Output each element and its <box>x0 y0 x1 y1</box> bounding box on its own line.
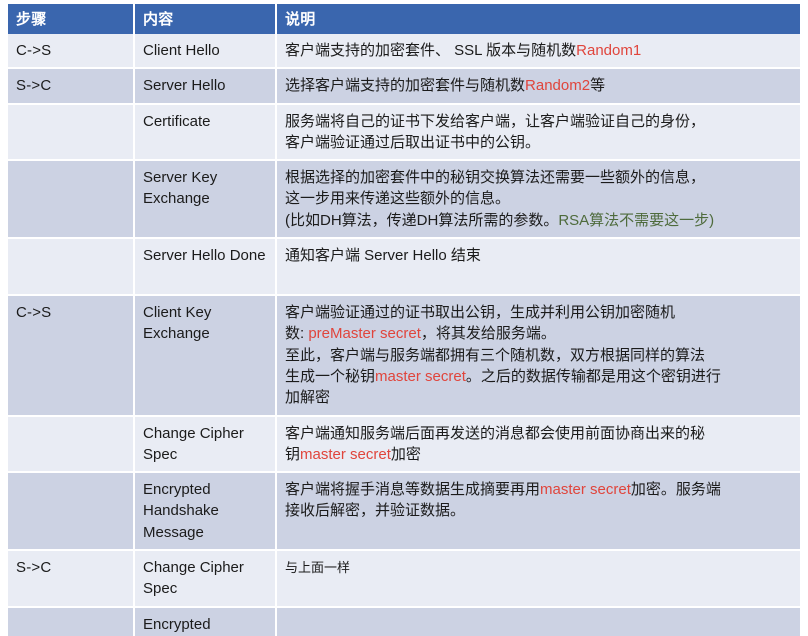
description-line: 客户端验证通过后取出证书中的公钥。 <box>285 132 792 153</box>
description-line: 通知客户端 Server Hello 结束 <box>285 245 792 266</box>
plain-text: 。之后的数据传输都是用这个密钥进行 <box>465 367 721 385</box>
cell-step <box>8 239 135 297</box>
description-line: 至此，客户端与服务端都拥有三个随机数，双方根据同样的算法 <box>285 345 792 366</box>
cell-description: 服务端将自己的证书下发给客户端，让客户端验证自己的身份， 客户端验证通过后取出证书… <box>277 104 800 162</box>
plain-text: 客户端验证通过的证书取出公钥，生成并利用公钥加密随机 <box>285 304 676 322</box>
table-header: 步骤 内容 说明 <box>8 4 800 34</box>
highlight-red-text: Random1 <box>576 42 642 59</box>
plain-text: 根据选择的加密套件中的秘钥交换算法还需要一些额外的信息， <box>285 169 706 187</box>
cell-description <box>277 607 800 636</box>
description-line: 服务端将自己的证书下发给客户端，让客户端验证自己的身份， <box>285 111 792 132</box>
column-header-description: 说明 <box>277 4 800 34</box>
plain-text: (比如DH算法，传递DH算法所需的参数。 <box>285 211 559 229</box>
table-row: Server Key Exchange 根据选择的加密套件中的秘钥交换算法还需要一… <box>8 161 800 240</box>
cell-description: 与上面一样 <box>277 551 800 608</box>
cell-content: Encrypted Handshake Message <box>135 607 277 636</box>
description-line: 这一步用来传递这些额外的信息。 <box>285 188 792 209</box>
plain-text: 这一步用来传递这些额外的信息。 <box>285 190 511 208</box>
plain-text: 客户端支持的加密套件、 SSL 版本与随机数 <box>285 42 577 59</box>
table-row: Certificate 服务端将自己的证书下发给客户端，让客户端验证自己的身份， 客… <box>8 104 800 162</box>
highlight-red-text: Random2 <box>525 77 591 95</box>
table-row: Server Hello Done 通知客户端 Server Hello 结束 <box>8 239 800 297</box>
table-row: Encrypted Handshake Message 客户端将握手消息等数据生成… <box>8 473 800 552</box>
description-line: 客户端支持的加密套件、 SSL 版本与随机数Random1 <box>285 40 792 61</box>
table-body: C->S Client Hello 客户端支持的加密套件、 SSL 版本与随机数Ra… <box>8 34 800 636</box>
cell-content: Change Cipher Spec <box>135 416 277 474</box>
description-line: 客户端验证通过的证书取出公钥，生成并利用公钥加密随机 <box>285 302 792 323</box>
cell-content: Encrypted Handshake Message <box>135 473 277 552</box>
highlight-red-text: master secret <box>375 367 466 385</box>
table-row: C->S Client Hello 客户端支持的加密套件、 SSL 版本与随机数Ra… <box>8 34 800 70</box>
cell-description: 根据选择的加密套件中的秘钥交换算法还需要一些额外的信息， 这一步用来传递这些额外的… <box>277 161 800 240</box>
description-line: 与上面一样 <box>285 557 792 578</box>
plain-text: 等 <box>590 77 606 95</box>
cell-content: Client Key Exchange <box>135 296 277 417</box>
description-line: 生成一个秘钥master secret。之后的数据传输都是用这个密钥进行 <box>285 366 792 387</box>
cell-content: Client Hello <box>135 34 277 70</box>
description-line: 加解密 <box>285 387 792 408</box>
cell-step <box>8 104 135 162</box>
plain-text: 生成一个秘钥 <box>285 367 376 385</box>
plain-text: 至此，客户端与服务端都拥有三个随机数，双方根据同样的算法 <box>285 346 706 364</box>
plain-text: 加密 <box>390 445 421 463</box>
cell-step <box>8 473 135 552</box>
highlight-red-text: master secret <box>300 445 391 463</box>
cell-step: C->S <box>8 34 135 70</box>
description-line: 数: preMaster secret，将其发给服务端。 <box>285 323 792 344</box>
cell-description: 客户端支持的加密套件、 SSL 版本与随机数Random1 <box>277 34 800 70</box>
cell-step <box>8 607 135 636</box>
plain-text: 钥 <box>285 445 301 463</box>
column-header-content: 内容 <box>135 4 277 34</box>
plain-text: 接收后解密，并验证数据。 <box>285 502 466 520</box>
plain-text: 通知客户端 Server Hello 结束 <box>285 247 481 265</box>
table-row: C->S Client Key Exchange 客户端验证通过的证书取出公钥，生成… <box>8 296 800 417</box>
cell-content: Server Key Exchange <box>135 161 277 240</box>
ssl-handshake-table: 步骤 内容 说明 C->S Client Hello 客户端支持的加密套件、 SSL… <box>8 4 800 636</box>
table-row: Encrypted Handshake Message <box>8 607 800 636</box>
plain-text: 客户端通知服务端后面再发送的消息都会使用前面协商出来的秘 <box>285 424 706 442</box>
cell-content: Certificate <box>135 104 277 162</box>
description-line: 选择客户端支持的加密套件与随机数Random2等 <box>285 75 792 96</box>
table-row: S->C Server Hello 选择客户端支持的加密套件与随机数Random2等 <box>8 69 800 105</box>
plain-text: 客户端验证通过后取出证书中的公钥。 <box>285 133 541 151</box>
plain-text: 服务端将自己的证书下发给客户端，让客户端验证自己的身份， <box>285 112 706 130</box>
description-line: (比如DH算法，传递DH算法所需的参数。RSA算法不需要这一步) <box>285 210 792 231</box>
highlight-green-text: RSA算法不需要这一步) <box>558 211 715 229</box>
page-root: 步骤 内容 说明 C->S Client Hello 客户端支持的加密套件、 SSL… <box>0 0 808 636</box>
table-row: S->C Change Cipher Spec 与上面一样 <box>8 551 800 608</box>
plain-text: 加解密 <box>285 389 331 407</box>
cell-step: S->C <box>8 551 135 608</box>
handshake-table-container: 步骤 内容 说明 C->S Client Hello 客户端支持的加密套件、 SSL… <box>8 4 800 636</box>
cell-description: 选择客户端支持的加密套件与随机数Random2等 <box>277 69 800 105</box>
cell-step <box>8 161 135 240</box>
plain-text: 数: <box>285 325 309 343</box>
column-header-step: 步骤 <box>8 4 135 34</box>
small-note-text: 与上面一样 <box>285 560 351 576</box>
highlight-red-text: preMaster secret <box>308 325 421 343</box>
description-line: 接收后解密，并验证数据。 <box>285 500 792 521</box>
cell-step: C->S <box>8 296 135 417</box>
cell-description: 客户端将握手消息等数据生成摘要再用master secret加密。服务端 接收后解… <box>277 473 800 552</box>
highlight-red-text: master secret <box>540 481 631 499</box>
cell-step: S->C <box>8 69 135 105</box>
plain-text: 加密。服务端 <box>630 481 721 499</box>
cell-content: Change Cipher Spec <box>135 551 277 608</box>
description-line: 钥master secret加密 <box>285 444 792 465</box>
cell-description: 客户端验证通过的证书取出公钥，生成并利用公钥加密随机 数: preMaster s… <box>277 296 800 417</box>
description-line: 客户端通知服务端后面再发送的消息都会使用前面协商出来的秘 <box>285 423 792 444</box>
plain-text: 客户端将握手消息等数据生成摘要再用 <box>285 481 541 499</box>
table-row: Change Cipher Spec 客户端通知服务端后面再发送的消息都会使用前面… <box>8 416 800 474</box>
description-line: 根据选择的加密套件中的秘钥交换算法还需要一些额外的信息， <box>285 167 792 188</box>
cell-description: 客户端通知服务端后面再发送的消息都会使用前面协商出来的秘 钥master secr… <box>277 416 800 474</box>
description-line: 客户端将握手消息等数据生成摘要再用master secret加密。服务端 <box>285 479 792 500</box>
cell-content: Server Hello Done <box>135 239 277 297</box>
cell-step <box>8 416 135 474</box>
plain-text: ，将其发给服务端。 <box>420 325 556 343</box>
cell-content: Server Hello <box>135 69 277 105</box>
cell-description: 通知客户端 Server Hello 结束 <box>277 239 800 297</box>
header-row: 步骤 内容 说明 <box>8 4 800 34</box>
plain-text: 选择客户端支持的加密套件与随机数 <box>285 77 526 95</box>
